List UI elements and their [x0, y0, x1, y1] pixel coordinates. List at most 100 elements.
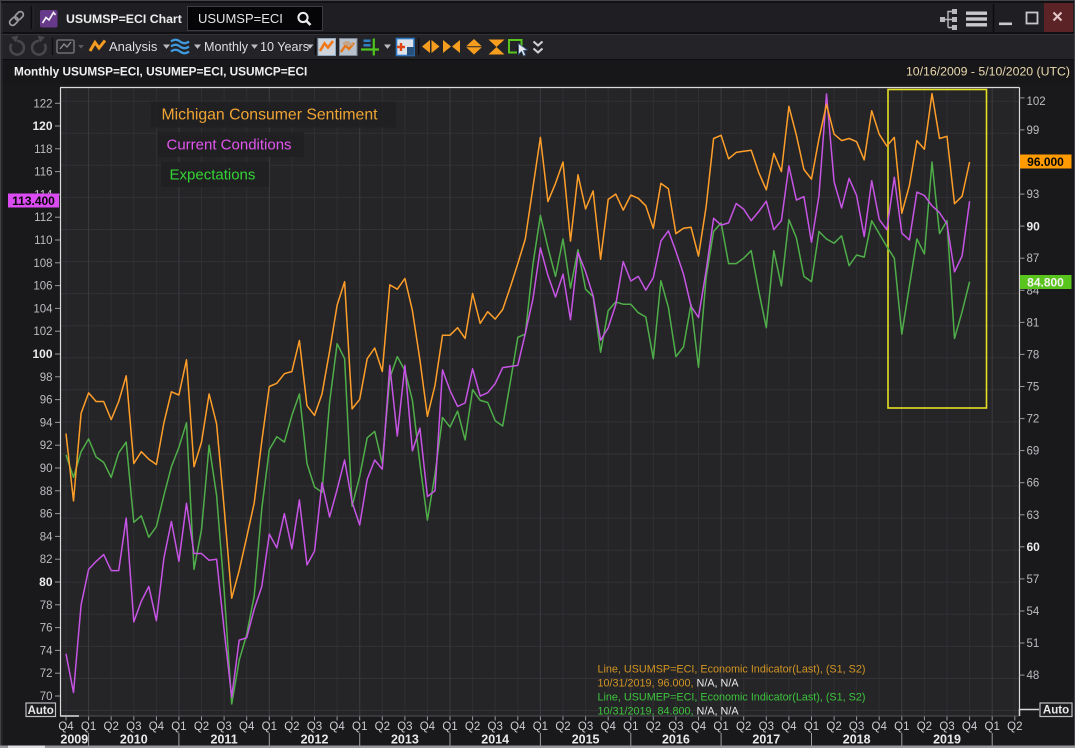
svg-text:USUMSP=ECI: USUMSP=ECI	[198, 11, 283, 26]
svg-text:Q1: Q1	[442, 721, 457, 733]
svg-text:Q2: Q2	[1007, 721, 1022, 733]
svg-text:Q3: Q3	[849, 721, 864, 733]
svg-text:84.800: 84.800	[1027, 275, 1064, 289]
svg-text:99: 99	[1027, 125, 1040, 137]
svg-text:Q2: Q2	[736, 721, 751, 733]
svg-text:Analysis: Analysis	[109, 39, 158, 54]
svg-text:Q1: Q1	[804, 721, 819, 733]
svg-text:122: 122	[33, 98, 52, 110]
svg-text:10/31/2019, 84.800, N/A, N/A: 10/31/2019, 84.800, N/A, N/A	[598, 706, 740, 718]
svg-text:72: 72	[1027, 414, 1040, 426]
svg-text:Q2: Q2	[104, 721, 119, 733]
svg-text:93: 93	[1027, 189, 1040, 201]
svg-text:2013: 2013	[391, 733, 419, 747]
svg-text:Q1: Q1	[262, 721, 277, 733]
svg-text:USUMSP=ECI Chart: USUMSP=ECI Chart	[66, 12, 182, 26]
svg-text:Q1: Q1	[985, 721, 1000, 733]
svg-text:81: 81	[1027, 317, 1040, 329]
svg-text:Q2: Q2	[555, 721, 570, 733]
svg-text:Q1: Q1	[171, 721, 186, 733]
svg-text:Q4: Q4	[962, 721, 978, 733]
svg-text:Q4: Q4	[601, 721, 617, 733]
svg-text:Q3: Q3	[216, 721, 231, 733]
svg-text:10/16/2009 - 5/10/2020 (UTC): 10/16/2009 - 5/10/2020 (UTC)	[906, 65, 1070, 79]
svg-text:Expectations: Expectations	[170, 167, 256, 184]
svg-text:Q1: Q1	[894, 721, 909, 733]
svg-text:51: 51	[1027, 638, 1040, 650]
svg-text:90: 90	[40, 463, 53, 475]
svg-text:102: 102	[1027, 96, 1046, 108]
svg-text:48: 48	[1027, 670, 1040, 682]
svg-text:2012: 2012	[301, 733, 329, 747]
svg-text:106: 106	[33, 281, 52, 293]
svg-text:80: 80	[39, 575, 53, 589]
svg-text:Q1: Q1	[533, 721, 548, 733]
svg-text:Q2: Q2	[826, 721, 841, 733]
svg-text:110: 110	[34, 235, 52, 247]
svg-text:75: 75	[1027, 382, 1040, 394]
svg-text:2015: 2015	[572, 733, 600, 747]
svg-text:54: 54	[1027, 606, 1040, 618]
svg-text:96: 96	[40, 395, 53, 407]
svg-text:Q3: Q3	[578, 721, 593, 733]
svg-text:90: 90	[1027, 219, 1041, 233]
svg-text:Line, USUMSP=ECI, Economic Ind: Line, USUMSP=ECI, Economic Indicator(Las…	[598, 664, 866, 676]
svg-text:70: 70	[40, 691, 53, 703]
svg-text:Q1: Q1	[713, 721, 728, 733]
svg-text:Q3: Q3	[759, 721, 774, 733]
svg-text:78: 78	[40, 600, 53, 612]
svg-text:Michigan Consumer Sentiment: Michigan Consumer Sentiment	[162, 107, 379, 124]
svg-text:Auto: Auto	[28, 705, 54, 717]
svg-text:96.000: 96.000	[1027, 155, 1064, 169]
svg-text:100: 100	[32, 347, 52, 361]
svg-text:76: 76	[40, 623, 53, 635]
svg-text:Line, USUMEP=ECI, Economic Ind: Line, USUMEP=ECI, Economic Indicator(Las…	[598, 692, 866, 704]
svg-text:Q2: Q2	[284, 721, 299, 733]
svg-text:86: 86	[40, 509, 53, 521]
svg-text:Q3: Q3	[307, 721, 322, 733]
svg-text:102: 102	[33, 326, 52, 338]
svg-text:116: 116	[34, 167, 52, 179]
svg-text:92: 92	[40, 440, 53, 452]
svg-text:72: 72	[40, 668, 53, 680]
svg-text:Q1: Q1	[81, 721, 96, 733]
svg-text:Q4: Q4	[58, 721, 74, 733]
svg-text:Q3: Q3	[397, 721, 412, 733]
svg-text:Q2: Q2	[194, 721, 209, 733]
svg-text:Auto: Auto	[1043, 704, 1069, 716]
svg-text:2019: 2019	[933, 733, 961, 747]
svg-text:Q2: Q2	[646, 721, 661, 733]
svg-text:60: 60	[1027, 540, 1041, 554]
svg-text:82: 82	[40, 554, 53, 566]
svg-text:118: 118	[34, 144, 52, 156]
svg-text:Q2: Q2	[917, 721, 932, 733]
svg-text:63: 63	[1027, 510, 1040, 522]
svg-text:120: 120	[32, 119, 52, 133]
svg-text:66: 66	[1027, 478, 1040, 490]
svg-text:Q3: Q3	[488, 721, 503, 733]
svg-text:78: 78	[1027, 349, 1040, 361]
svg-text:2009: 2009	[60, 733, 88, 747]
svg-text:Q4: Q4	[510, 721, 526, 733]
svg-text:87: 87	[1027, 253, 1040, 265]
svg-text:Q3: Q3	[939, 721, 954, 733]
svg-text:Q2: Q2	[375, 721, 390, 733]
svg-text:Q3: Q3	[126, 721, 141, 733]
svg-text:88: 88	[40, 486, 53, 498]
svg-text:Q4: Q4	[239, 721, 255, 733]
svg-text:Q4: Q4	[781, 721, 797, 733]
svg-text:108: 108	[33, 258, 52, 270]
svg-text:69: 69	[1027, 446, 1040, 458]
svg-text:Q4: Q4	[872, 721, 888, 733]
svg-text:Q1: Q1	[352, 721, 367, 733]
svg-text:2014: 2014	[481, 733, 509, 747]
svg-text:113.400: 113.400	[12, 194, 55, 208]
svg-text:74: 74	[40, 645, 53, 657]
svg-text:10/31/2019, 96.000, N/A, N/A: 10/31/2019, 96.000, N/A, N/A	[598, 678, 740, 690]
svg-text:Q4: Q4	[149, 721, 165, 733]
svg-text:Q1: Q1	[623, 721, 638, 733]
svg-text:Q4: Q4	[420, 721, 436, 733]
svg-text:Monthly USUMSP=ECI, USUMEP=ECI: Monthly USUMSP=ECI, USUMEP=ECI, USUMCP=E…	[14, 65, 307, 79]
svg-text:112: 112	[34, 212, 52, 224]
svg-text:57: 57	[1027, 574, 1040, 586]
